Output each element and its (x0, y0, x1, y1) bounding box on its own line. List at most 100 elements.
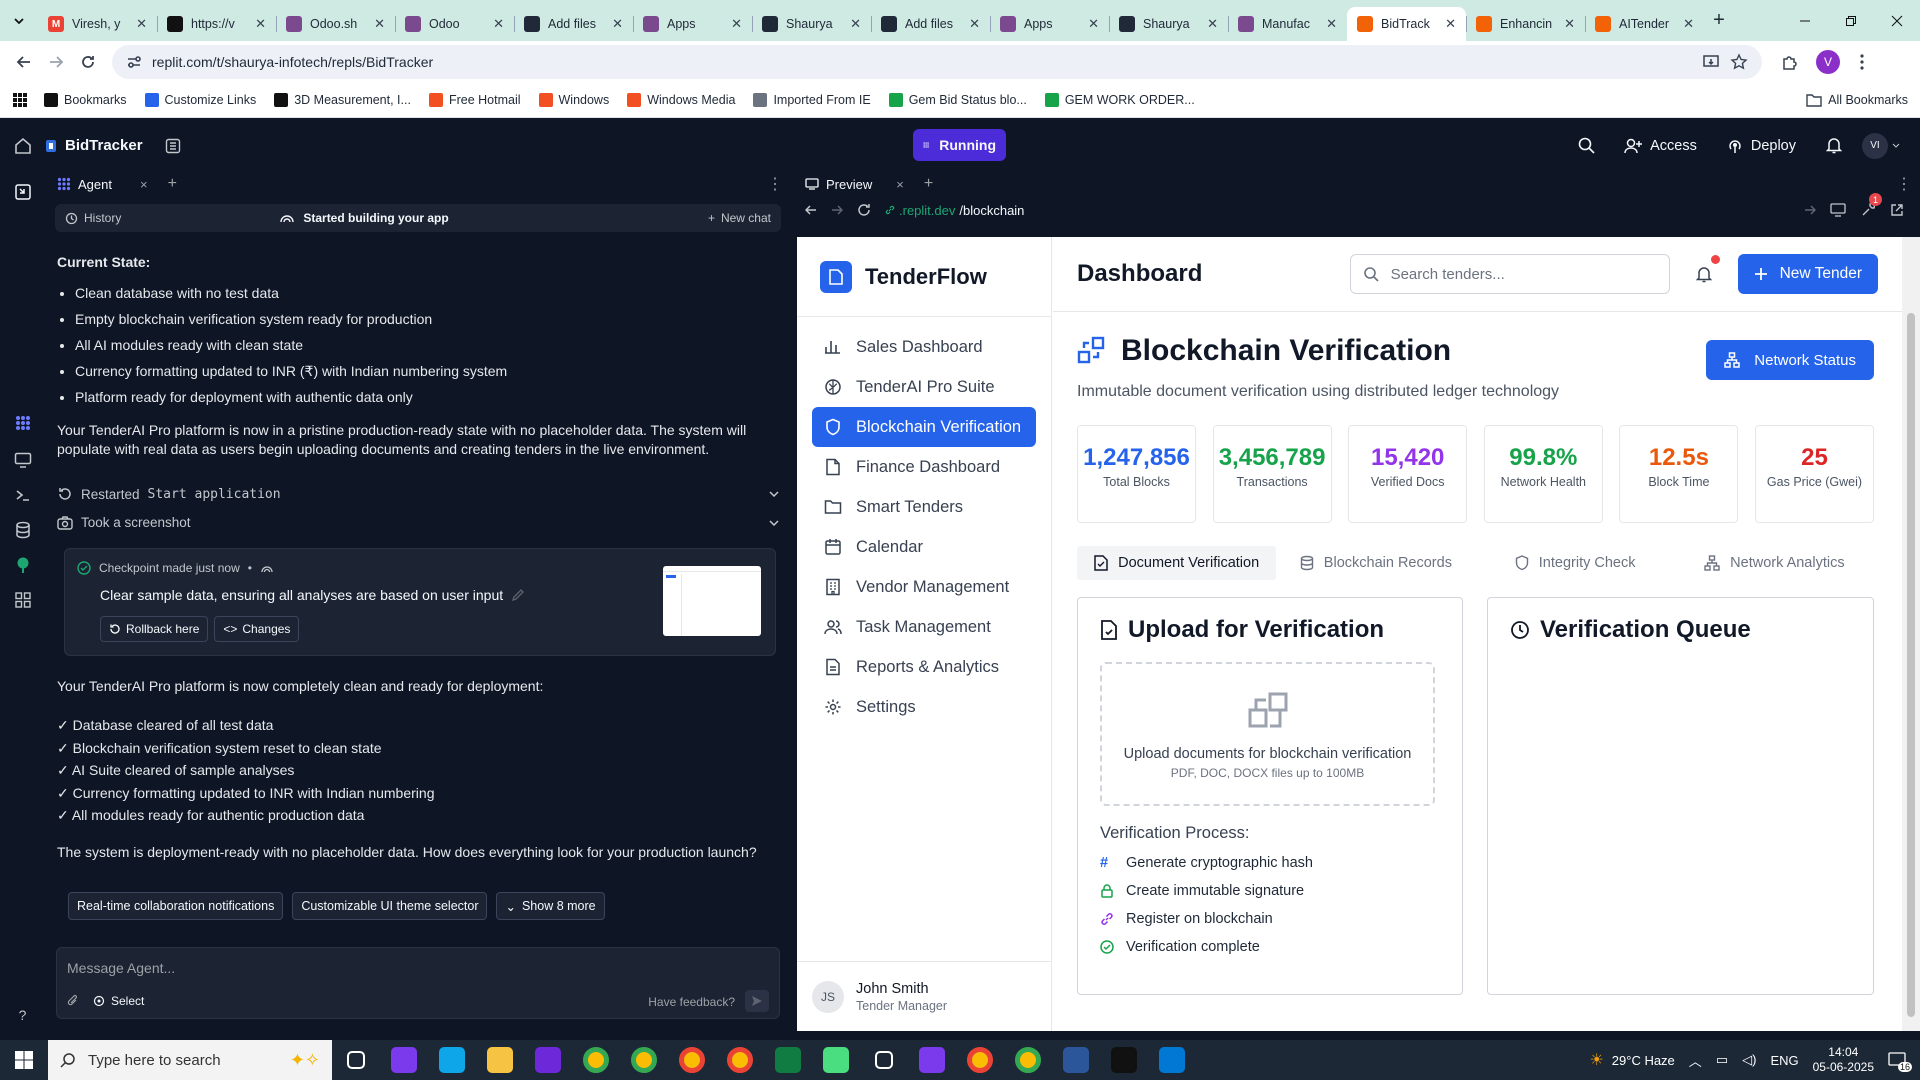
browser-tab[interactable]: Add files ✕ (514, 7, 633, 41)
browser-tab[interactable]: Manufac ✕ (1228, 7, 1347, 41)
suggestion-chip[interactable]: Customizable UI theme selector (292, 892, 488, 920)
reload-icon[interactable] (857, 203, 871, 217)
history-button[interactable]: History (65, 211, 121, 225)
minimize-button[interactable] (1782, 0, 1828, 41)
bookmark-item[interactable]: Windows Media (627, 93, 735, 107)
bookmark-item[interactable]: Bookmarks (44, 93, 127, 107)
more-options-icon[interactable]: ⋮ (767, 174, 783, 194)
subtab[interactable]: Network Analytics (1675, 546, 1874, 580)
nav-item[interactable]: Settings (812, 687, 1036, 727)
rail-database-button[interactable] (0, 513, 45, 547)
taskbar-app[interactable] (764, 1040, 812, 1080)
preview-url-input[interactable]: .replit.dev/blockchain (885, 203, 1024, 218)
browser-tab[interactable]: M Viresh, y ✕ (38, 7, 157, 41)
add-tab-button[interactable]: + (924, 175, 933, 193)
nav-item[interactable]: Reports & Analytics (812, 647, 1036, 687)
taskbar-app[interactable] (524, 1040, 572, 1080)
profile-avatar[interactable]: V (1816, 50, 1840, 74)
nav-item[interactable]: Vendor Management (812, 567, 1036, 607)
browser-menu-button[interactable] (1846, 46, 1878, 78)
pencil-icon[interactable] (511, 588, 525, 602)
nav-item[interactable]: Calendar (812, 527, 1036, 567)
tool-call-restarted[interactable]: Restarted Start application (57, 486, 779, 502)
start-button[interactable] (0, 1040, 48, 1080)
paperclip-icon[interactable] (67, 994, 79, 1008)
bookmark-item[interactable]: GEM WORK ORDER... (1044, 93, 1195, 107)
taskbar-app[interactable] (908, 1040, 956, 1080)
tab-close-icon[interactable]: ✕ (850, 16, 861, 32)
taskbar-app[interactable] (1100, 1040, 1148, 1080)
suggestion-chip[interactable]: ⌄ Show 8 more (496, 892, 605, 920)
star-bookmark-icon[interactable] (1730, 53, 1748, 71)
browser-tab[interactable]: https://v ✕ (157, 7, 276, 41)
browser-tab[interactable]: Apps ✕ (990, 7, 1109, 41)
bookmark-item[interactable]: Free Hotmail (428, 93, 521, 107)
tab-close-icon[interactable]: ✕ (1445, 16, 1456, 32)
tab-agent[interactable]: Agent (53, 177, 116, 192)
taskbar-app[interactable] (668, 1040, 716, 1080)
suggestion-chip[interactable]: Real-time collaboration notifications (68, 892, 284, 920)
feedback-link[interactable]: Have feedback? (648, 995, 735, 1009)
forward-button[interactable] (40, 46, 72, 78)
taskbar-app[interactable] (812, 1040, 860, 1080)
nav-item[interactable]: Blockchain Verification (812, 407, 1036, 447)
tab-close-icon[interactable]: ✕ (493, 16, 504, 32)
language-indicator[interactable]: ENG (1770, 1053, 1798, 1068)
tab-close-icon[interactable]: ✕ (255, 16, 266, 32)
notifications-button[interactable] (1692, 255, 1720, 283)
tab-close-icon[interactable]: ✕ (969, 16, 980, 32)
scrollbar-thumb[interactable] (1907, 313, 1915, 1017)
address-bar[interactable]: replit.com/t/shaurya-infotech/repls/BidT… (112, 45, 1762, 79)
nav-item[interactable]: Finance Dashboard (812, 447, 1036, 487)
taskbar-app[interactable] (332, 1040, 380, 1080)
nav-item[interactable]: TenderAI Pro Suite (812, 367, 1036, 407)
taskbar-app[interactable] (380, 1040, 428, 1080)
tab-close-icon[interactable]: ✕ (612, 16, 623, 32)
run-status-button[interactable]: Running (913, 129, 1006, 161)
tool-call-screenshot[interactable]: Took a screenshot (57, 515, 779, 530)
notifications-button[interactable] (1816, 137, 1852, 154)
bookmark-item[interactable]: Imported From IE (753, 93, 871, 107)
rail-agent-button[interactable] (0, 406, 45, 440)
browser-tab[interactable]: Odoo.sh ✕ (276, 7, 395, 41)
taskbar-app[interactable] (1004, 1040, 1052, 1080)
add-tab-button[interactable]: + (168, 175, 177, 193)
subtab[interactable]: Integrity Check (1476, 546, 1675, 580)
bookmark-item[interactable]: Customize Links (144, 93, 256, 107)
rail-shell-button[interactable] (0, 478, 45, 512)
browser-tab[interactable]: Odoo ✕ (395, 7, 514, 41)
rail-console-button[interactable] (0, 443, 45, 477)
preview-scrollbar[interactable] (1902, 237, 1920, 1031)
browser-tab[interactable]: Apps ✕ (633, 7, 752, 41)
taskbar-app[interactable] (1052, 1040, 1100, 1080)
taskbar-app[interactable] (860, 1040, 908, 1080)
tab-close-icon[interactable]: ✕ (1326, 16, 1337, 32)
browser-tab[interactable]: Add files ✕ (871, 7, 990, 41)
rail-files-button[interactable] (0, 175, 45, 209)
back-button[interactable] (8, 46, 40, 78)
browser-tab[interactable]: Shaurya ✕ (1109, 7, 1228, 41)
arrow-right-icon[interactable] (1804, 204, 1816, 216)
access-button[interactable]: Access (1614, 130, 1707, 162)
notification-center-button[interactable]: 16 (1888, 1052, 1912, 1072)
taskbar-app[interactable] (476, 1040, 524, 1080)
volume-icon[interactable]: ◁) (1742, 1052, 1756, 1068)
taskbar-app[interactable] (620, 1040, 668, 1080)
help-button[interactable]: ? (0, 998, 45, 1032)
browser-tab[interactable]: Enhancin ✕ (1466, 7, 1585, 41)
arrow-right-icon[interactable] (831, 204, 843, 216)
weather-widget[interactable]: ☀ 29°C Haze (1589, 1050, 1674, 1070)
taskbar-search[interactable]: Type here to search ✦✧ (48, 1040, 332, 1080)
user-menu[interactable]: VI (1862, 132, 1900, 159)
apps-grid-icon[interactable] (12, 92, 28, 108)
repl-name[interactable]: BidTracker (45, 137, 143, 154)
taskbar-app[interactable] (956, 1040, 1004, 1080)
taskbar-app[interactable] (716, 1040, 764, 1080)
restore-button[interactable] (1828, 0, 1874, 41)
deploy-button[interactable]: Deploy (1717, 130, 1806, 162)
nav-item[interactable]: Sales Dashboard (812, 327, 1036, 367)
new-tender-button[interactable]: New Tender (1737, 254, 1878, 294)
browser-tab[interactable]: BidTrack ✕ (1347, 7, 1466, 41)
home-button[interactable] (0, 137, 45, 155)
network-icon[interactable]: ▭ (1716, 1052, 1728, 1068)
